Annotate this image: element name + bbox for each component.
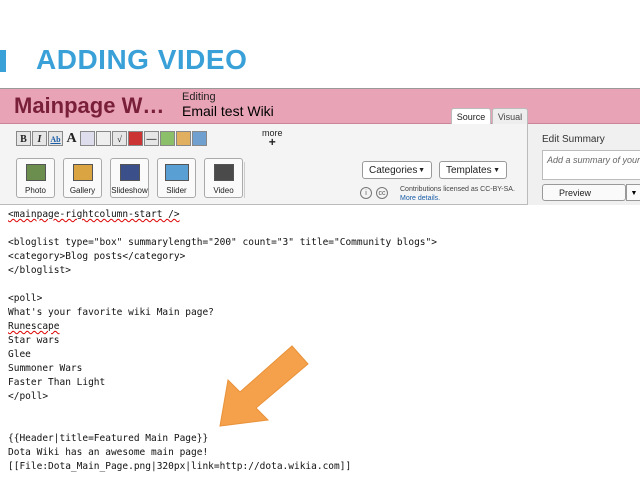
- code-line: <bloglist type="box" summarylength="200"…: [8, 237, 437, 248]
- edit-summary-input[interactable]: Add a summary of your: [542, 150, 640, 180]
- nowiki-icon[interactable]: [128, 131, 143, 146]
- license-more-link[interactable]: More details.: [400, 195, 440, 202]
- tab-source[interactable]: Source: [451, 108, 491, 125]
- source-editor[interactable]: <mainpage-rightcolumn-start /> <bloglist…: [0, 205, 640, 481]
- code-line: </poll>: [8, 391, 49, 402]
- chevron-down-icon: ▼: [418, 167, 425, 174]
- slideshow-button[interactable]: Slideshow: [110, 158, 149, 198]
- slider-button[interactable]: Slider: [157, 158, 196, 198]
- photo-icon: [26, 164, 46, 181]
- license-icons: i cc: [360, 187, 388, 199]
- slideshow-label: Slideshow: [111, 186, 148, 195]
- video-icon: [214, 164, 234, 181]
- preview-dropdown[interactable]: ▼: [626, 184, 640, 201]
- bold-button[interactable]: B: [16, 131, 31, 146]
- editing-label: Editing: [182, 91, 216, 103]
- internal-link-button[interactable]: Ab: [48, 131, 63, 146]
- orange-arrow-icon: [219, 345, 309, 427]
- page-name: Email test Wiki: [182, 103, 274, 119]
- code-line: Star wars: [8, 335, 60, 346]
- video-label: Video: [213, 186, 234, 195]
- chevron-down-icon: ▼: [630, 190, 638, 197]
- photo-button[interactable]: Photo: [16, 158, 55, 198]
- toolbar-divider: [244, 162, 245, 198]
- slider-icon: [165, 164, 189, 181]
- wiki-editor-screenshot: Mainpage W… Editing Email test Wiki Sour…: [0, 88, 640, 481]
- code-line: <category>Blog posts</category>: [8, 251, 186, 262]
- format-buttons: B I Ab A √ —: [16, 131, 208, 147]
- more-plus: +: [268, 135, 276, 149]
- gallery-small-icon[interactable]: [192, 131, 207, 146]
- horizontal-line-button[interactable]: —: [144, 131, 159, 146]
- photo-label: Photo: [25, 186, 46, 195]
- preview-button[interactable]: Preview: [542, 184, 626, 201]
- license-text: Contributions licensed as CC-BY-SA. More…: [400, 185, 515, 203]
- code-line: Glee: [8, 349, 31, 360]
- code-line-text: <mainpage-rightcolumn-start />: [8, 209, 180, 220]
- code-line: Dota Wiki has an awesome main page!: [8, 447, 209, 458]
- editor-toolbar: B I Ab A √ — more + Photo Gallery Slides…: [0, 124, 527, 205]
- categories-label: Categories: [369, 165, 418, 176]
- code-line: Runescape: [8, 321, 59, 332]
- code-line: Summoner Wars: [8, 363, 83, 374]
- chevron-down-icon: ▼: [493, 167, 500, 174]
- external-link-icon[interactable]: [80, 131, 95, 146]
- code-line: <mainpage-rightcolumn-start />: [8, 209, 180, 220]
- gallery-label: Gallery: [69, 186, 96, 195]
- italic-button[interactable]: I: [32, 131, 47, 146]
- headline-button[interactable]: A: [64, 131, 79, 146]
- code-line: What's your favorite wiki Main page?: [8, 307, 214, 318]
- title-accent-bar: [0, 50, 6, 72]
- slideshow-icon: [120, 164, 140, 181]
- edit-summary-title: Edit Summary: [542, 134, 605, 145]
- code-line: Faster Than Light: [8, 377, 106, 388]
- slide-title: ADDING VIDEO: [36, 44, 248, 75]
- gallery-icon: [73, 164, 93, 181]
- image-icon[interactable]: [176, 131, 191, 146]
- wiki-header: Mainpage W… Editing Email test Wiki Sour…: [0, 89, 640, 125]
- slider-label: Slider: [166, 186, 187, 195]
- cc-by-icon: i: [360, 187, 372, 199]
- table-icon[interactable]: [160, 131, 175, 146]
- code-line: <poll>: [8, 293, 43, 304]
- code-line-text: Runescape: [8, 321, 60, 332]
- templates-dropdown[interactable]: Templates ▼: [439, 161, 507, 179]
- code-line: {{Header|title=Featured Main Page}}: [8, 433, 209, 444]
- media-buttons: Photo Gallery Slideshow Slider Video: [16, 158, 251, 198]
- categories-dropdown[interactable]: Categories ▼: [362, 161, 432, 179]
- code-line: [[File:Dota_Main_Page.png|320px|link=htt…: [8, 461, 352, 472]
- more-button[interactable]: more +: [262, 129, 283, 149]
- wiki-name[interactable]: Mainpage W…: [14, 93, 164, 119]
- edit-summary-rail: Edit Summary Add a summary of your Previ…: [527, 124, 640, 210]
- license-line: Contributions licensed as CC-BY-SA.: [400, 186, 515, 193]
- gallery-button[interactable]: Gallery: [63, 158, 102, 198]
- math-button[interactable]: √: [112, 131, 127, 146]
- code-line: </bloglist>: [8, 265, 71, 276]
- signature-icon[interactable]: [96, 131, 111, 146]
- cc-icon: cc: [376, 187, 388, 199]
- templates-label: Templates: [446, 165, 492, 176]
- video-button[interactable]: Video: [204, 158, 243, 198]
- tab-visual[interactable]: Visual: [492, 108, 528, 125]
